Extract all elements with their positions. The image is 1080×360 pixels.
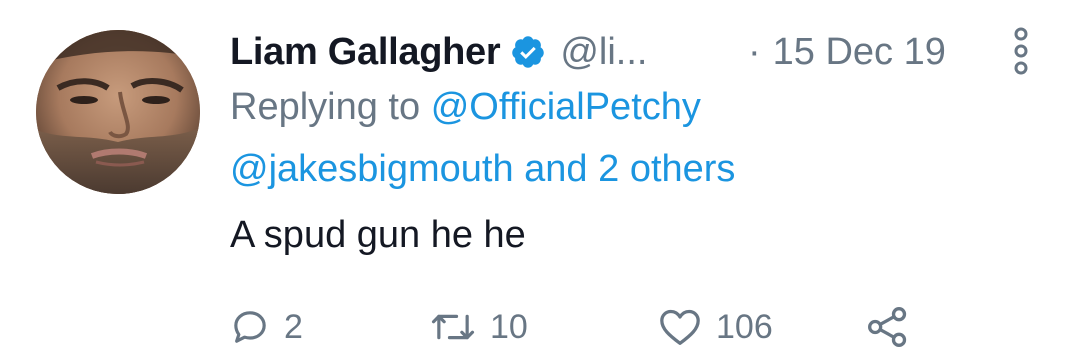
like-count: 106 — [716, 307, 773, 346]
author-name[interactable]: Liam Gallagher — [230, 31, 501, 74]
retweet-icon — [431, 314, 475, 340]
reply-count: 2 — [284, 307, 303, 346]
avatar-image — [36, 30, 200, 194]
tweet-date[interactable]: · 15 Dec 19 — [748, 24, 946, 80]
share-icon — [868, 307, 907, 347]
reply-button[interactable]: 2 — [230, 300, 303, 354]
replying-to-line: Replying to @OfficialPetchy — [230, 86, 701, 129]
reply-bubble-icon — [234, 311, 266, 343]
replying-to-link-officialpetchy[interactable]: @OfficialPetchy — [431, 86, 701, 128]
author-handle[interactable]: @li... — [560, 31, 647, 74]
retweet-button[interactable]: 10 — [430, 300, 528, 354]
tweet-actions: 2 10 106 — [230, 300, 970, 354]
date-separator: · — [748, 30, 761, 73]
verified-badge-icon — [510, 34, 546, 70]
replying-to-prefix: Replying to — [230, 86, 421, 128]
tweet-card[interactable]: Liam Gallagher @li... · 15 Dec 19 Replyi… — [0, 0, 1080, 360]
date-text: 15 Dec 19 — [772, 30, 946, 73]
share-button[interactable] — [866, 300, 910, 354]
replying-to-others-link[interactable]: @jakesbigmouth and 2 others — [230, 148, 735, 191]
heart-icon — [660, 309, 700, 345]
retweet-count: 10 — [490, 307, 528, 346]
more-options-icon[interactable] — [1008, 26, 1034, 76]
avatar[interactable] — [36, 30, 200, 194]
tweet-header: Liam Gallagher @li... — [230, 24, 647, 80]
tweet-text: A spud gun he he — [230, 214, 526, 256]
like-button[interactable]: 106 — [658, 300, 773, 354]
